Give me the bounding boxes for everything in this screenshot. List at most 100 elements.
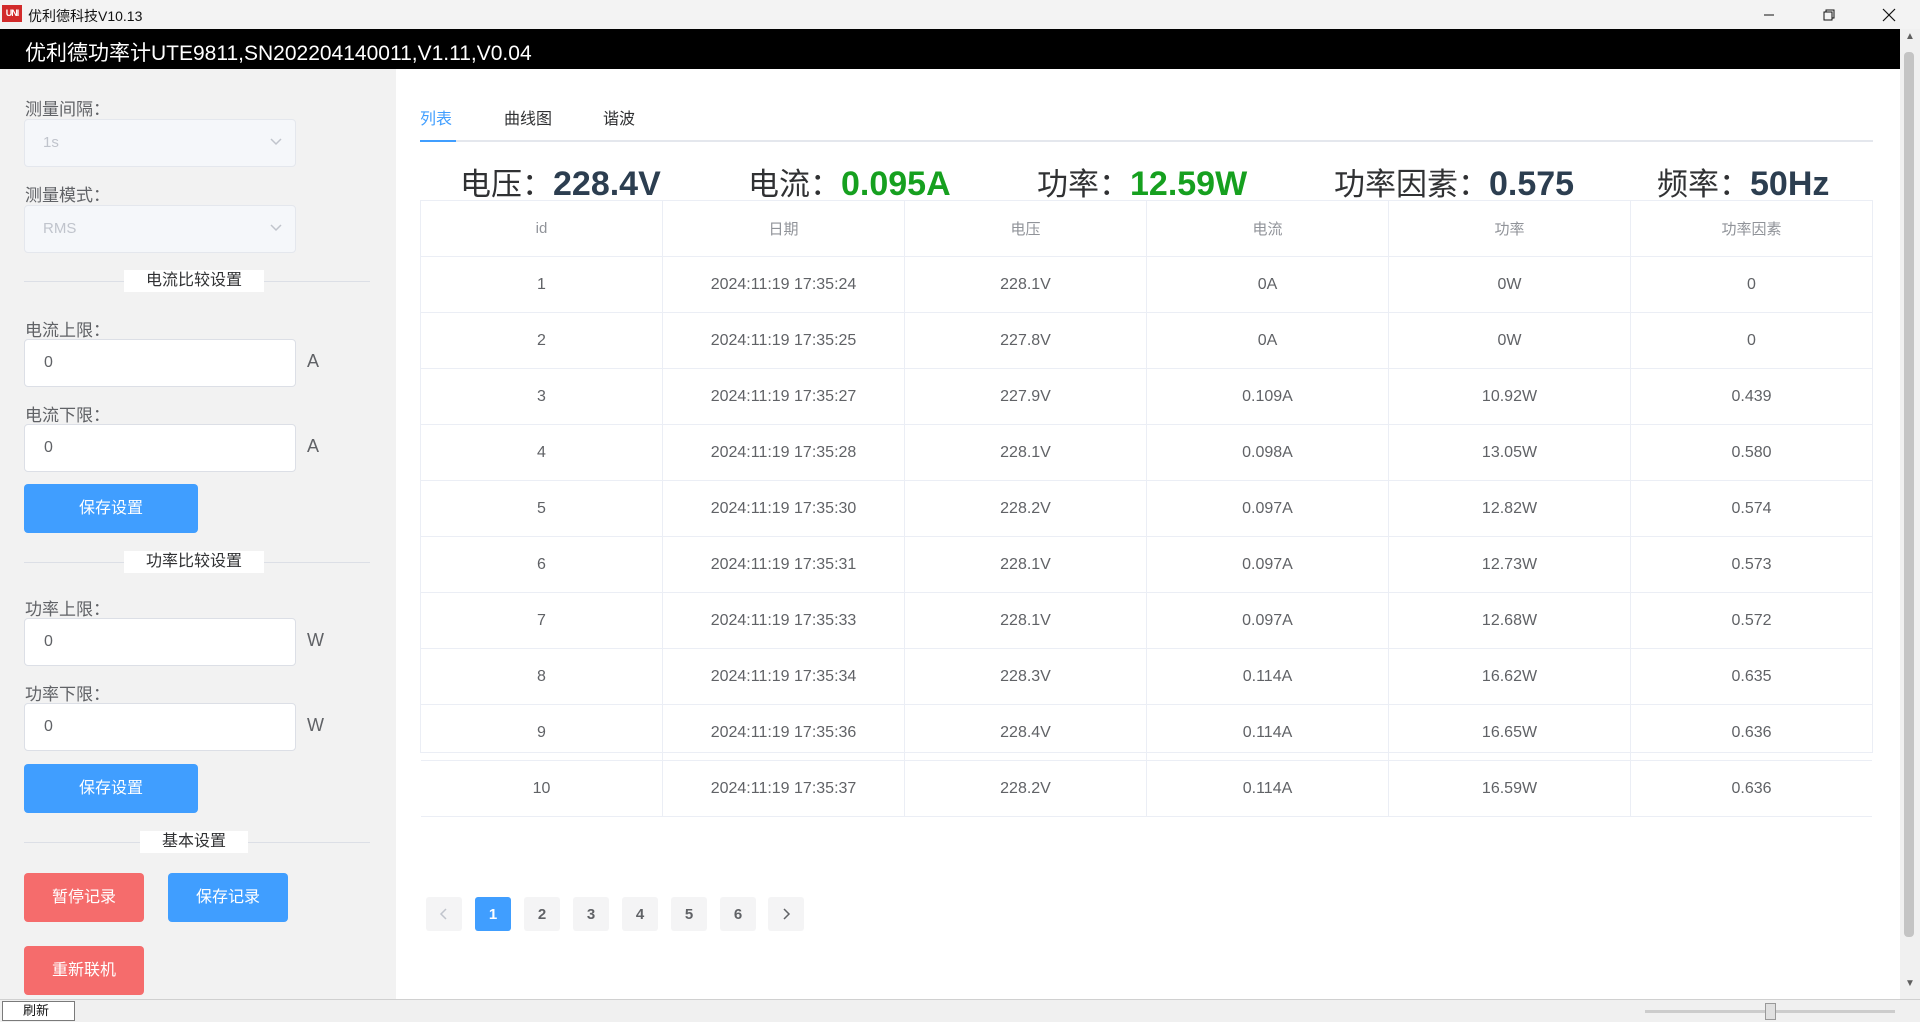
table-cell: 228.4V: [905, 705, 1147, 760]
save-record-button[interactable]: 保存记录: [168, 873, 288, 922]
restore-button[interactable]: [1800, 0, 1858, 29]
table-row[interactable]: 1 2024:11:19 17:35:24 228.1V 0A 0W 0: [421, 257, 1872, 313]
scroll-down-arrow-icon[interactable]: ▼: [1900, 978, 1920, 996]
table-cell: 0: [1747, 275, 1756, 293]
table-cell: 0.098A: [1147, 425, 1389, 480]
table-cell: 0.097A: [1147, 481, 1389, 536]
page-button-6[interactable]: 6: [720, 897, 756, 931]
pause-record-button[interactable]: 暂停记录: [24, 873, 144, 922]
table-cell: 16.59W: [1389, 761, 1631, 816]
prev-page-button[interactable]: [426, 897, 462, 931]
page-button-1[interactable]: 1: [475, 897, 511, 931]
table-cell: 0.439: [1731, 387, 1772, 405]
page-button-3[interactable]: 3: [573, 897, 609, 931]
interval-label: 测量间隔：: [25, 100, 110, 119]
table-cell: 2024:11:19 17:35:37: [663, 761, 905, 816]
page-button-4[interactable]: 4: [622, 897, 658, 931]
table-row[interactable]: 6 2024:11:19 17:35:31 228.1V 0.097A 12.73W 0.…: [421, 537, 1872, 593]
table-row[interactable]: 10 2024:11:19 17:35:37 228.2V 0.114A 16.59W 0…: [421, 761, 1872, 817]
current-metric: 电流：0.095A: [748, 159, 951, 204]
power-factor-value: 0.575: [1489, 165, 1575, 203]
table-cell: 6: [421, 537, 663, 592]
current-value: 0.095A: [841, 165, 951, 203]
refresh-button[interactable]: 刷新: [2, 1001, 75, 1021]
table-cell: 2: [421, 313, 663, 368]
power-upper-input[interactable]: [24, 618, 296, 666]
power-label: 功率：: [1037, 167, 1130, 202]
scrollbar-thumb[interactable]: [1904, 52, 1914, 937]
table-cell: 0.636: [1731, 779, 1772, 797]
current-label: 电流：: [748, 167, 841, 202]
save-power-settings-button[interactable]: 保存设置: [24, 764, 198, 813]
table-cell: 1: [421, 257, 663, 312]
column-header-power-factor[interactable]: 功率因素: [1631, 201, 1872, 256]
page-button-2[interactable]: 2: [524, 897, 560, 931]
table-row[interactable]: 2 2024:11:19 17:35:25 227.8V 0A 0W 0: [421, 313, 1872, 369]
power-factor-label: 功率因素：: [1334, 167, 1489, 202]
table-cell: 2024:11:19 17:35:28: [663, 425, 905, 480]
table-cell: 2024:11:19 17:35:30: [663, 481, 905, 536]
mode-select[interactable]: RMS: [24, 205, 296, 253]
table-row[interactable]: 5 2024:11:19 17:35:30 228.2V 0.097A 12.82W 0.…: [421, 481, 1872, 537]
minimize-button[interactable]: [1740, 0, 1798, 29]
tab-curve[interactable]: 曲线图: [504, 105, 552, 129]
table-cell: 2024:11:19 17:35:36: [663, 705, 905, 760]
table-cell: 228.1V: [905, 537, 1147, 592]
next-page-button[interactable]: [768, 897, 804, 931]
table-row[interactable]: 8 2024:11:19 17:35:34 228.3V 0.114A 16.62W 0.…: [421, 649, 1872, 705]
voltage-label: 电压：: [460, 167, 553, 202]
interval-select[interactable]: 1s: [24, 119, 296, 167]
power-lower-input[interactable]: [24, 703, 296, 751]
table-cell: 8: [421, 649, 663, 704]
device-title: 优利德功率计UTE9811,SN202204140011,V1.11,V0.04: [25, 42, 532, 65]
table-cell: 4: [421, 425, 663, 480]
table-cell: 0: [1747, 331, 1756, 349]
table-cell: 9: [421, 705, 663, 760]
table-row[interactable]: 9 2024:11:19 17:35:36 228.4V 0.114A 16.65W 0.…: [421, 705, 1872, 761]
tab-bar-line: [420, 140, 1873, 142]
table-cell: 0.109A: [1147, 369, 1389, 424]
zoom-slider-handle[interactable]: [1765, 1003, 1776, 1020]
voltage-metric: 电压：228.4V: [460, 159, 661, 204]
table-cell: 0A: [1147, 257, 1389, 312]
table-row[interactable]: 4 2024:11:19 17:35:28 228.1V 0.098A 13.05W 0.…: [421, 425, 1872, 481]
table-cell: 0W: [1389, 313, 1631, 368]
column-header-voltage[interactable]: 电压: [905, 201, 1147, 256]
power-value: 12.59W: [1130, 165, 1248, 203]
power-section-title: 功率比较设置: [124, 551, 265, 573]
table-cell: 2024:11:19 17:35:27: [663, 369, 905, 424]
table-row[interactable]: 7 2024:11:19 17:35:33 228.1V 0.097A 12.68W 0.…: [421, 593, 1872, 649]
column-header-id[interactable]: id: [421, 201, 663, 256]
tab-active-indicator: [420, 140, 456, 142]
current-lower-input[interactable]: [24, 424, 296, 472]
close-icon: [1882, 8, 1896, 21]
table-cell: 0.114A: [1147, 649, 1389, 704]
close-button[interactable]: [1860, 0, 1918, 29]
table-cell: 13.05W: [1389, 425, 1631, 480]
column-header-power[interactable]: 功率: [1389, 201, 1631, 256]
table-cell: 228.2V: [905, 481, 1147, 536]
column-header-current[interactable]: 电流: [1147, 201, 1389, 256]
table-cell: 0A: [1147, 313, 1389, 368]
chevron-down-icon: [270, 138, 282, 146]
table-cell: 0.572: [1731, 611, 1772, 629]
current-upper-input[interactable]: [24, 339, 296, 387]
save-current-settings-button[interactable]: 保存设置: [24, 484, 198, 533]
table-cell: 0.573: [1731, 555, 1772, 573]
page-button-5[interactable]: 5: [671, 897, 707, 931]
table-cell: 5: [421, 481, 663, 536]
basic-section-title: 基本设置: [140, 831, 249, 853]
app-header: 优利德功率计UTE9811,SN202204140011,V1.11,V0.04: [0, 29, 1900, 69]
tab-list[interactable]: 列表: [420, 105, 452, 129]
tab-harmonics[interactable]: 谐波: [603, 105, 635, 129]
table-cell: 12.73W: [1389, 537, 1631, 592]
current-upper-unit: A: [307, 351, 320, 371]
table-row[interactable]: 3 2024:11:19 17:35:27 227.9V 0.109A 10.92W 0.…: [421, 369, 1872, 425]
mode-value: RMS: [43, 220, 77, 237]
reconnect-button[interactable]: 重新联机: [24, 946, 144, 995]
table-cell: 12.82W: [1389, 481, 1631, 536]
table-cell: 10: [421, 761, 663, 816]
column-header-date[interactable]: 日期: [663, 201, 905, 256]
scroll-up-arrow-icon[interactable]: ▲: [1900, 31, 1920, 49]
table-cell: 10.92W: [1389, 369, 1631, 424]
